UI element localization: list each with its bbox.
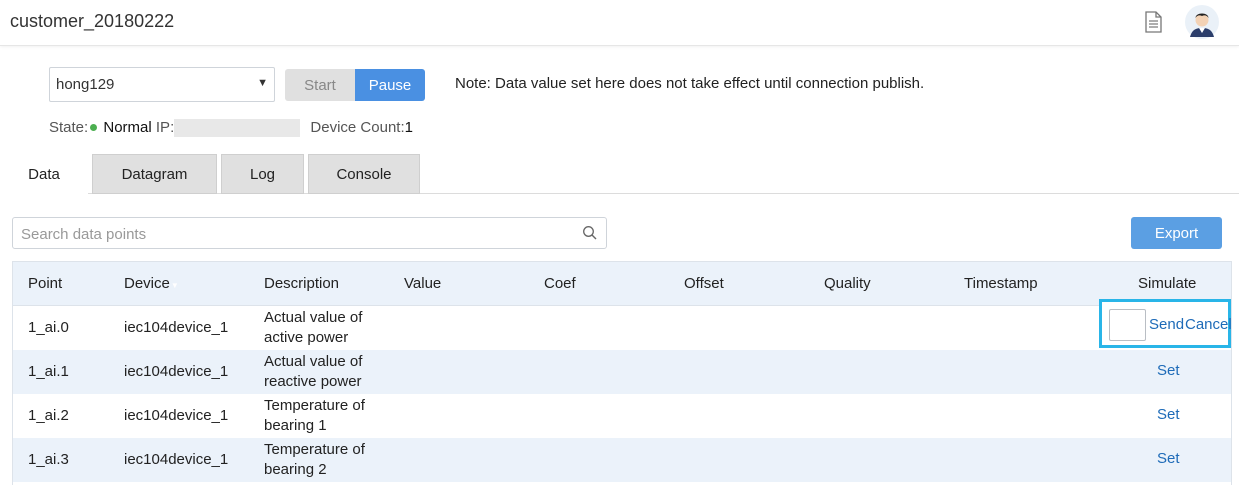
column-header-device[interactable]: Device▼ xyxy=(124,275,179,292)
cell-device: iec104device_1 xyxy=(124,319,229,336)
description-line-2: active power xyxy=(264,329,349,346)
state-value: Normal xyxy=(103,119,152,136)
cell-point: 1_ai.3 xyxy=(28,451,69,468)
device-count-label: Device Count: xyxy=(310,119,405,136)
export-button[interactable]: Export xyxy=(1131,217,1222,249)
dropdown-arrow-icon: ▼ xyxy=(257,77,268,89)
tab-log[interactable]: Log xyxy=(221,154,304,194)
column-header-description[interactable]: Description xyxy=(264,275,339,292)
column-header-point[interactable]: Point xyxy=(28,275,62,292)
user-avatar-icon[interactable] xyxy=(1185,5,1219,39)
cell-point: 1_ai.0 xyxy=(28,319,69,336)
tab-console[interactable]: Console xyxy=(308,154,420,194)
cell-device: iec104device_1 xyxy=(124,451,229,468)
set-link[interactable]: Set xyxy=(1157,450,1180,467)
cell-point: 1_ai.1 xyxy=(28,363,69,380)
column-header-value[interactable]: Value xyxy=(404,275,441,292)
column-header-offset[interactable]: Offset xyxy=(684,275,724,292)
column-header-device-label: Device xyxy=(124,275,170,292)
column-header-coef[interactable]: Coef xyxy=(544,275,576,292)
ip-value-redacted xyxy=(174,119,301,138)
search-icon[interactable] xyxy=(582,225,598,241)
simulate-value-input[interactable] xyxy=(1109,309,1146,341)
description-line-1: Temperature of xyxy=(264,397,365,414)
table-row: 1_ai.1 iec104device_1 Actual value of re… xyxy=(13,350,1231,394)
column-header-simulate[interactable]: Simulate xyxy=(1138,275,1196,292)
status-dot-icon xyxy=(90,124,98,132)
ip-label: IP: xyxy=(155,119,175,136)
description-line-1: Actual value of xyxy=(264,353,363,370)
status-row: State: Normal IP: Device Count:1 xyxy=(49,119,413,138)
cell-description: Actual value of reactive power xyxy=(264,352,394,392)
search-box xyxy=(12,217,607,249)
pause-button[interactable]: Pause xyxy=(355,69,425,101)
data-points-table: Point Device▼ Description Value Coef Off… xyxy=(12,261,1232,485)
publish-note: Note: Data value set here does not take … xyxy=(455,75,925,92)
description-line-2: reactive power xyxy=(264,373,362,390)
table-row: 1_ai.2 iec104device_1 Temperature of bea… xyxy=(13,394,1231,438)
cell-device: iec104device_1 xyxy=(124,407,229,424)
table-row: 1_ai.3 iec104device_1 Temperature of bea… xyxy=(13,438,1231,482)
app-title: customer_20180222 xyxy=(10,11,175,31)
table-row: 1_ai.0 iec104device_1 Actual value of ac… xyxy=(13,306,1231,350)
search-input[interactable] xyxy=(19,224,559,244)
document-icon[interactable] xyxy=(1143,11,1163,33)
cell-point: 1_ai.2 xyxy=(28,407,69,424)
tab-data[interactable]: Data xyxy=(0,154,88,194)
description-line-2: bearing 1 xyxy=(264,417,327,434)
column-header-timestamp[interactable]: Timestamp xyxy=(964,275,1038,292)
description-line-1: Temperature of xyxy=(264,441,365,458)
device-count-value: 1 xyxy=(404,119,413,136)
table-header: Point Device▼ Description Value Coef Off… xyxy=(13,262,1231,306)
connection-select-value: hong129 xyxy=(56,76,115,93)
cell-description: Actual value of active power xyxy=(264,308,394,348)
start-button[interactable]: Start xyxy=(285,69,355,101)
state-label: State: xyxy=(49,119,89,136)
simulate-editor: Send Cancel xyxy=(1099,299,1232,348)
sort-caret-icon: ▼ xyxy=(170,281,179,290)
set-link[interactable]: Set xyxy=(1157,406,1180,423)
connection-select[interactable]: hong129 ▼ xyxy=(49,67,275,102)
description-line-1: Actual value of xyxy=(264,309,363,326)
cell-description: Temperature of bearing 1 xyxy=(264,396,394,436)
tab-datagram[interactable]: Datagram xyxy=(92,154,217,194)
cancel-link[interactable]: Cancel xyxy=(1185,316,1232,333)
set-link[interactable]: Set xyxy=(1157,362,1180,379)
cell-device: iec104device_1 xyxy=(124,363,229,380)
description-line-2: bearing 2 xyxy=(264,461,327,478)
send-link[interactable]: Send xyxy=(1149,316,1184,333)
column-header-quality[interactable]: Quality xyxy=(824,275,871,292)
cell-description: Temperature of bearing 2 xyxy=(264,440,394,480)
top-bar: customer_20180222 xyxy=(0,0,1239,46)
